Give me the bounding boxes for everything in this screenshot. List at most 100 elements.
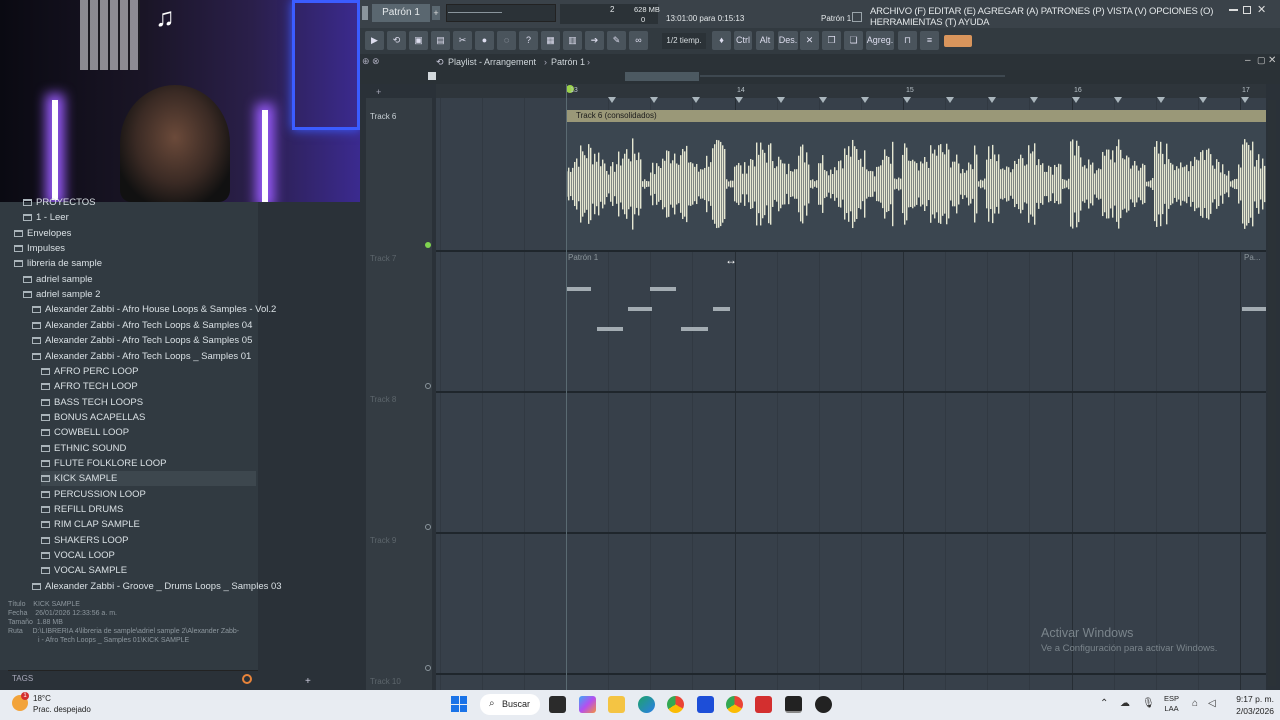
magnet-icon[interactable]: ⊓ [898, 31, 917, 50]
track-9-mute-led[interactable] [425, 665, 431, 671]
browser-item[interactable]: VOCAL LOOP [41, 548, 256, 563]
tray-chevron-icon[interactable]: ⌃ [1100, 698, 1108, 709]
add-track-icon[interactable]: + [376, 87, 381, 97]
mic-icon[interactable]: ● [475, 31, 494, 50]
main-menu[interactable]: ARCHIVO (F) EDITAR (E) AGREGAR (A) PATRO… [870, 6, 1280, 28]
windows-start-icon[interactable] [451, 696, 467, 712]
playlist-horizontal-scrollbar[interactable] [625, 72, 699, 81]
pattern-prev-arrow-icon[interactable] [362, 6, 368, 20]
browser-item[interactable]: AFRO PERC LOOP [41, 364, 256, 379]
chat-icon[interactable]: ◌ [497, 31, 516, 50]
browser-item[interactable]: KICK SAMPLE [41, 471, 256, 487]
track-8-name[interactable]: Track 8 [370, 395, 396, 404]
add-button[interactable]: Agreg. [866, 31, 894, 50]
track-8-mute-led[interactable] [425, 524, 431, 530]
history-icon[interactable]: ⟲ [436, 57, 444, 68]
cut-icon[interactable]: ✂ [453, 31, 472, 50]
chrome-profile-icon[interactable] [726, 696, 743, 713]
timeline-ruler[interactable] [436, 84, 1266, 98]
browser-item[interactable]: BONUS ACAPELLAS [41, 410, 256, 425]
track-7-mute-led[interactable] [425, 383, 431, 389]
pattern-clip-short-title[interactable]: Pa... [1244, 253, 1260, 262]
des-button[interactable]: Des. [778, 31, 798, 50]
save-icon[interactable]: ▣ [409, 31, 428, 50]
tool-arrow-icon[interactable]: ▶ [365, 31, 384, 50]
browser-item[interactable]: VOCAL SAMPLE [41, 563, 256, 578]
playlist-minimize-icon[interactable]: – [1245, 55, 1251, 66]
loop-icon[interactable]: ⟲ [387, 31, 406, 50]
browser-item[interactable]: Alexander Zabbi - Afro House Loops & Sam… [32, 302, 276, 317]
track-6-name[interactable]: Track 6 [370, 112, 396, 121]
cloud-icon[interactable]: ☁ [1120, 698, 1130, 709]
playlist-tools-icon[interactable]: ⊕ ⊗ [362, 56, 380, 67]
file-explorer-icon[interactable] [608, 696, 625, 713]
stamp-icon[interactable]: ♦ [712, 31, 731, 50]
browser-item[interactable]: 1 - Leer [23, 210, 256, 225]
fl-studio-icon[interactable] [785, 696, 802, 713]
link-icon[interactable]: ∞ [629, 31, 648, 50]
browser-item[interactable]: AFRO TECH LOOP [41, 379, 256, 394]
language-indicator[interactable]: ESP LAA [1164, 694, 1179, 714]
browser-item[interactable]: FLUTE FOLKLORE LOOP [41, 456, 256, 471]
mic-tray-icon[interactable]: 🎙 [1142, 698, 1155, 709]
paste-icon[interactable]: ❏ [844, 31, 863, 50]
browser-item[interactable]: Alexander Zabbi - Afro Tech Loops _ Samp… [32, 349, 256, 364]
edge-icon[interactable] [638, 696, 655, 713]
next-icon[interactable]: ➔ [585, 31, 604, 50]
browser-item[interactable]: PROYECTOS [23, 195, 256, 210]
help-icon[interactable]: ? [519, 31, 538, 50]
ctrl-button[interactable]: Ctrl [734, 31, 752, 50]
obs-icon[interactable] [815, 696, 832, 713]
browser-item[interactable]: COWBELL LOOP [41, 425, 256, 440]
breadcrumb-pattern[interactable]: Patrón 1 [551, 57, 585, 67]
alt-button[interactable]: Alt [756, 31, 774, 50]
task-view-icon[interactable] [549, 696, 566, 713]
piano-roll-icon[interactable]: ▥ [563, 31, 582, 50]
browser-item[interactable]: Envelopes [14, 226, 256, 241]
volume-icon[interactable]: ◁ [1208, 698, 1216, 709]
pattern-box-icon[interactable] [852, 12, 862, 22]
chrome-icon[interactable] [667, 696, 684, 713]
copy-icon[interactable]: ❐ [822, 31, 841, 50]
pattern-add-icon[interactable]: + [432, 6, 440, 20]
track-9-name[interactable]: Track 9 [370, 536, 396, 545]
store-icon[interactable] [697, 696, 714, 713]
close-icon[interactable]: ✕ [1257, 3, 1266, 16]
browser-item[interactable]: REFILL DRUMS [41, 502, 256, 517]
channel-rack-icon[interactable]: ▦ [541, 31, 560, 50]
restore-icon[interactable] [1243, 6, 1251, 14]
pattern-selector[interactable]: Patrón 1 [372, 4, 430, 22]
paint-icon[interactable]: ✎ [607, 31, 626, 50]
pattern-icon[interactable]: ≡ [920, 31, 939, 50]
track-6-mute-led[interactable] [425, 242, 431, 248]
audio-clip-title[interactable]: Track 6 (consolidados) [566, 110, 1266, 122]
minimize-icon[interactable] [1229, 9, 1238, 11]
browser-item[interactable]: ETHNIC SOUND [41, 441, 256, 456]
browser-item[interactable]: Alexander Zabbi - Afro Tech Loops & Samp… [32, 333, 256, 348]
delete-icon[interactable]: ✕ [800, 31, 819, 50]
clock[interactable]: 9:17 p. m. 2/03/2026 [1228, 693, 1274, 717]
browser-item[interactable]: Alexander Zabbi - Groove _ Drums Loops _… [32, 579, 282, 594]
browser-item[interactable]: adriel sample 2 [23, 287, 256, 302]
browser-item[interactable]: RIM CLAP SAMPLE [41, 517, 256, 532]
browser-item[interactable]: adriel sample [23, 272, 256, 287]
tag-search-icon[interactable] [242, 674, 252, 684]
browser-item[interactable]: SHAKERS LOOP [41, 533, 256, 548]
playlist-close-icon[interactable]: ✕ [1268, 55, 1276, 66]
playlist-restore-icon[interactable]: ▢ [1257, 55, 1266, 66]
recorder-icon[interactable] [755, 696, 772, 713]
network-icon[interactable]: ⌂ [1192, 698, 1198, 709]
tags-bar[interactable]: TAGS [8, 670, 258, 686]
weather-widget[interactable]: 18°C Prac. despejado [33, 693, 91, 715]
track-7-name[interactable]: Track 7 [370, 254, 396, 263]
template-icon[interactable]: ▤ [431, 31, 450, 50]
piano-keys-icon[interactable] [428, 72, 436, 80]
color-swatch[interactable] [944, 35, 972, 47]
playlist-vertical-scrollbar[interactable] [1268, 100, 1276, 686]
browser-item[interactable]: Alexander Zabbi - Afro Tech Loops & Samp… [32, 318, 256, 333]
browser-item[interactable]: Impulses [14, 241, 256, 256]
browser-item[interactable]: BASS TECH LOOPS [41, 395, 256, 410]
track-10-name[interactable]: Track 10 [370, 677, 401, 686]
browser-item[interactable]: libreria de sample [14, 256, 256, 271]
browser-item[interactable]: PERCUSSION LOOP [41, 487, 256, 502]
